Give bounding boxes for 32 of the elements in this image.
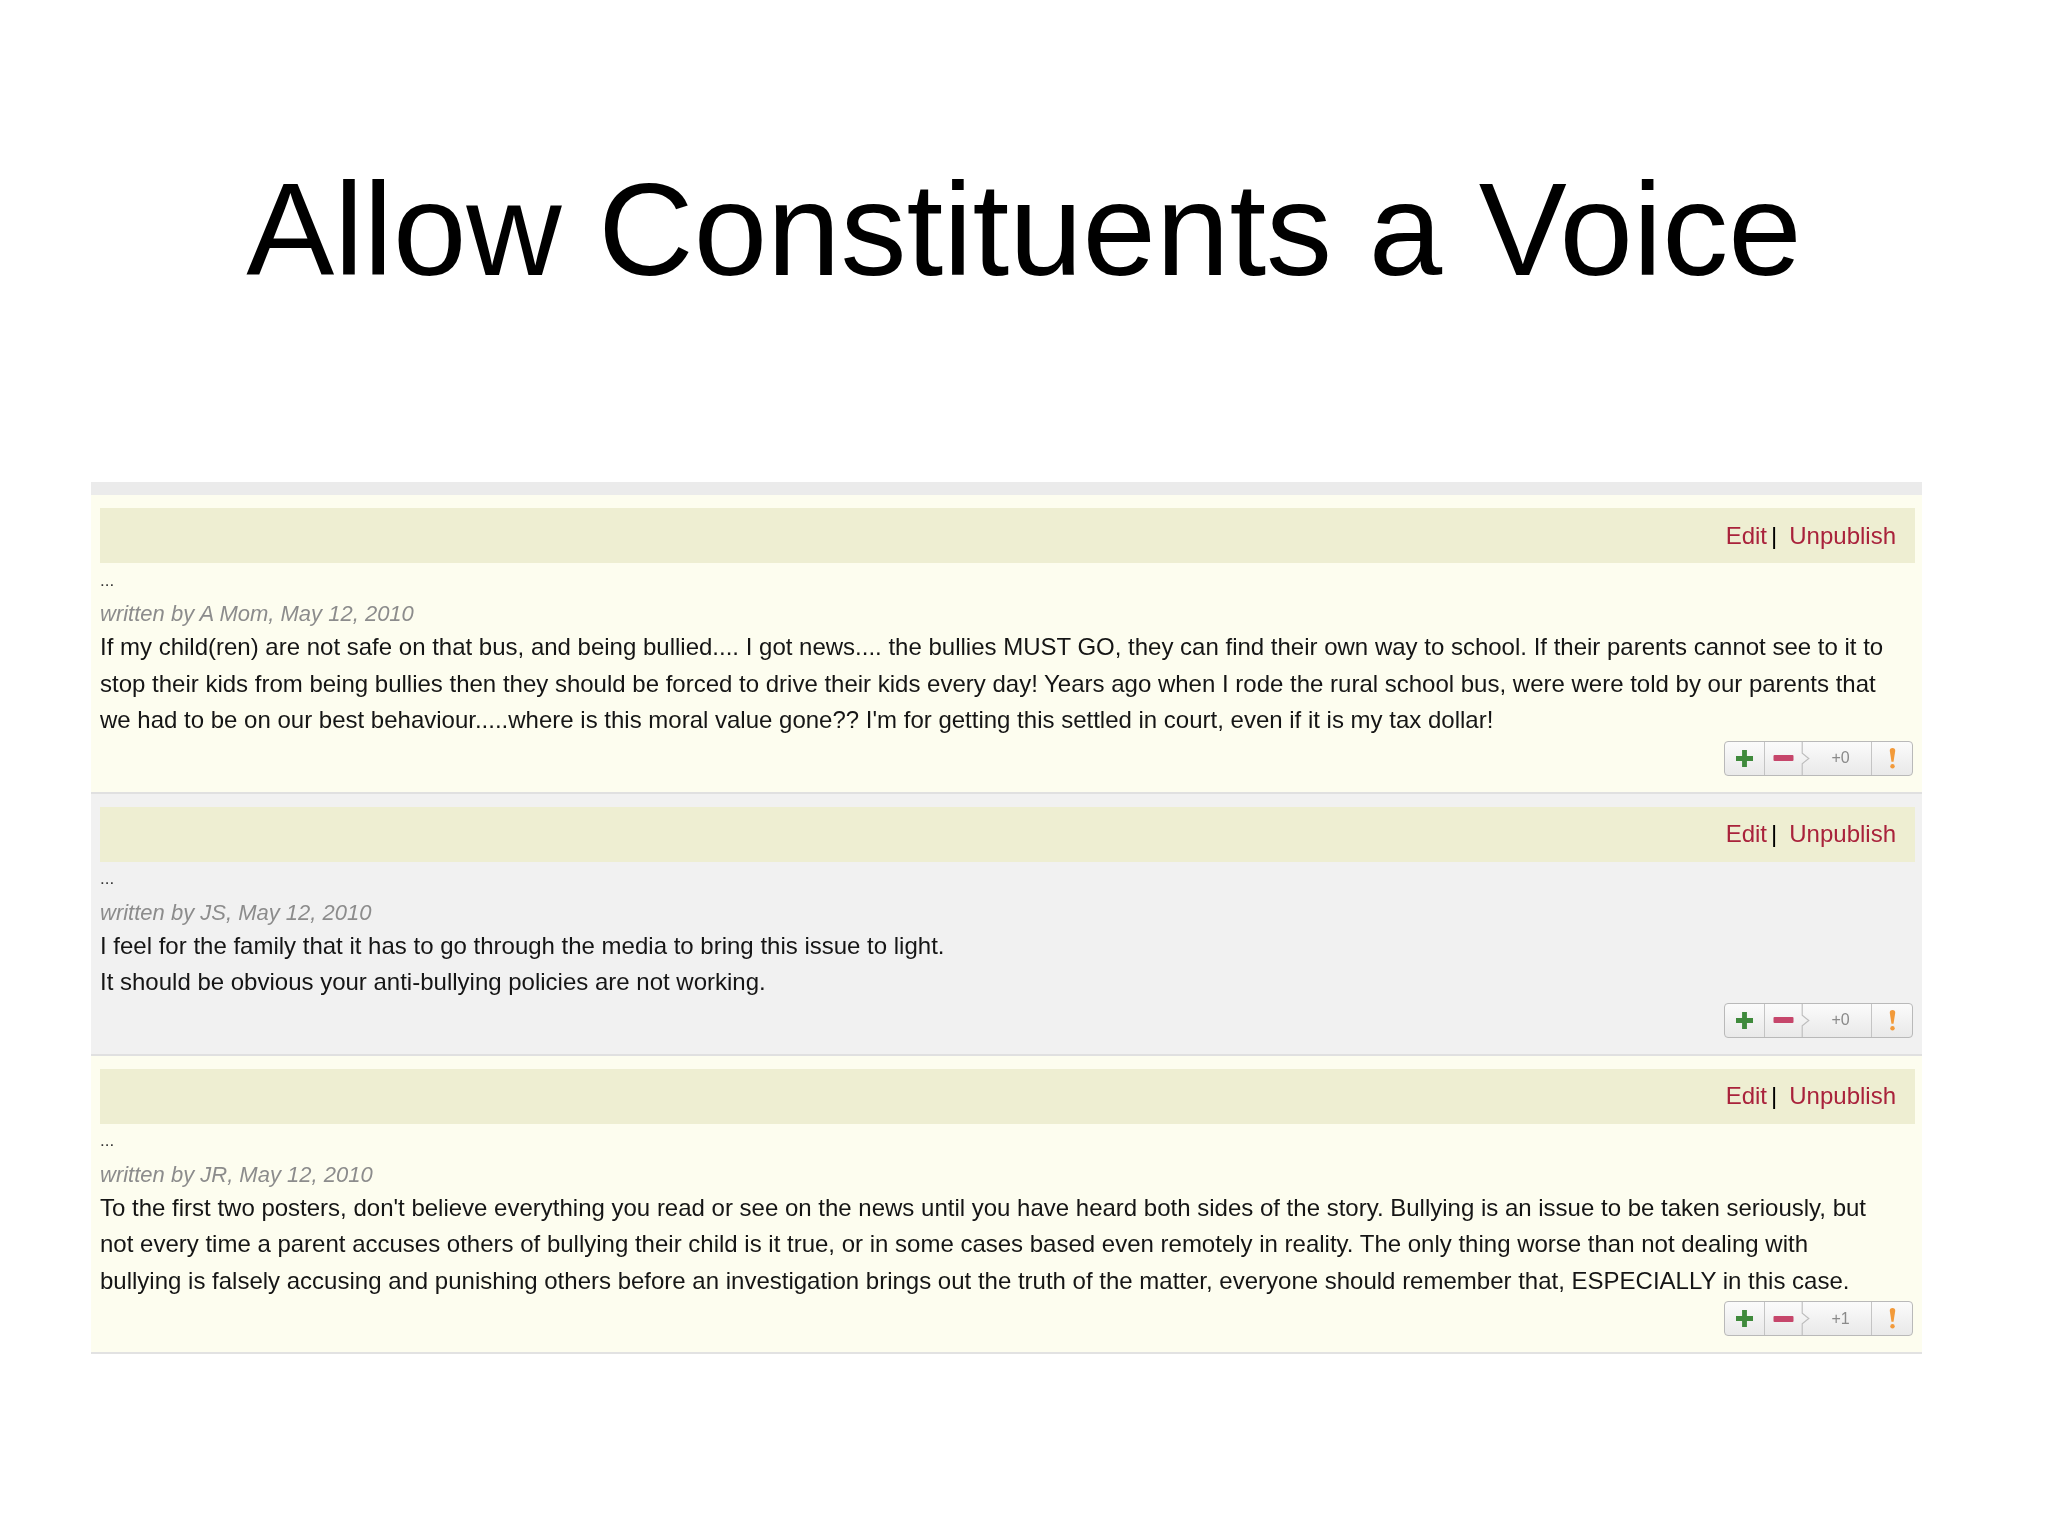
comment-text: I feel for the family that it has to go through the media to bring this issue to light. (100, 930, 945, 961)
link-separator: | (1771, 819, 1778, 849)
slide-title: Allow Constituents a Voice (246, 164, 1802, 296)
plus-icon (1736, 1310, 1753, 1327)
vote-score: +1 (1810, 1302, 1872, 1335)
plus-icon (1736, 749, 1753, 767)
ellipsis-text: ... (100, 571, 115, 589)
ellipsis-text: ... (100, 1132, 115, 1149)
exclamation-icon (1888, 1009, 1896, 1031)
unpublish-link[interactable]: Unpublish (1789, 517, 1896, 554)
exclamation-icon (1888, 747, 1896, 769)
comment-text: If my child(ren) are not safe on that bus, and being bullied.... I got news.... the bullies MUST GO, they can find their own way to school. If their parents cannot see to it to stop their kids from being bullies then they should be forced to drive their kids every day! Years ago when I rode the rural school bus, were were told by our parents that we had to be on our best behaviour.....where is this moral value gone?? I'm for getting this settled in court, even if it is my tax dollar! (100, 632, 1885, 735)
comment-text: To the first two posters, don't believe everything you read or see on the news until you have heard both sides of the story. Bullying is an issue to be taken seriously, but not every time a parent accuses others of bullying their child is it true, or in some cases based even remotely in reality. The only thing worse than not dealing with bullying is falsely accusing and punishing others before an investigation brings out the truth of the matter, everyone should remember that, ESPECIALLY in this case. (100, 1192, 1868, 1296)
edit-link[interactable]: Edit (1725, 816, 1768, 852)
ellipsis-text: ... (100, 870, 115, 887)
comment-byline: written by JR, May 12, 2010 (100, 1163, 373, 1186)
link-separator: | (1771, 1081, 1778, 1111)
unpublish-link[interactable]: Unpublish (1789, 816, 1896, 852)
edit-link[interactable]: Edit (1725, 1078, 1768, 1114)
minus-icon (1772, 1017, 1794, 1023)
plus-icon (1736, 1011, 1753, 1029)
unpublish-link[interactable]: Unpublish (1789, 1078, 1896, 1114)
minus-icon (1772, 755, 1794, 761)
comment-byline: written by JS, May 12, 2010 (100, 901, 372, 924)
vote-score: +0 (1810, 1003, 1872, 1037)
link-separator: | (1771, 520, 1778, 551)
comment-byline: written by A Mom, May 12, 2010 (100, 603, 414, 625)
minus-icon (1772, 1315, 1794, 1322)
vote-score: +0 (1810, 741, 1872, 775)
exclamation-icon (1888, 1308, 1896, 1329)
comment-text: It should be obvious your anti-bullying policies are not working. (100, 967, 766, 997)
edit-link[interactable]: Edit (1725, 517, 1768, 554)
